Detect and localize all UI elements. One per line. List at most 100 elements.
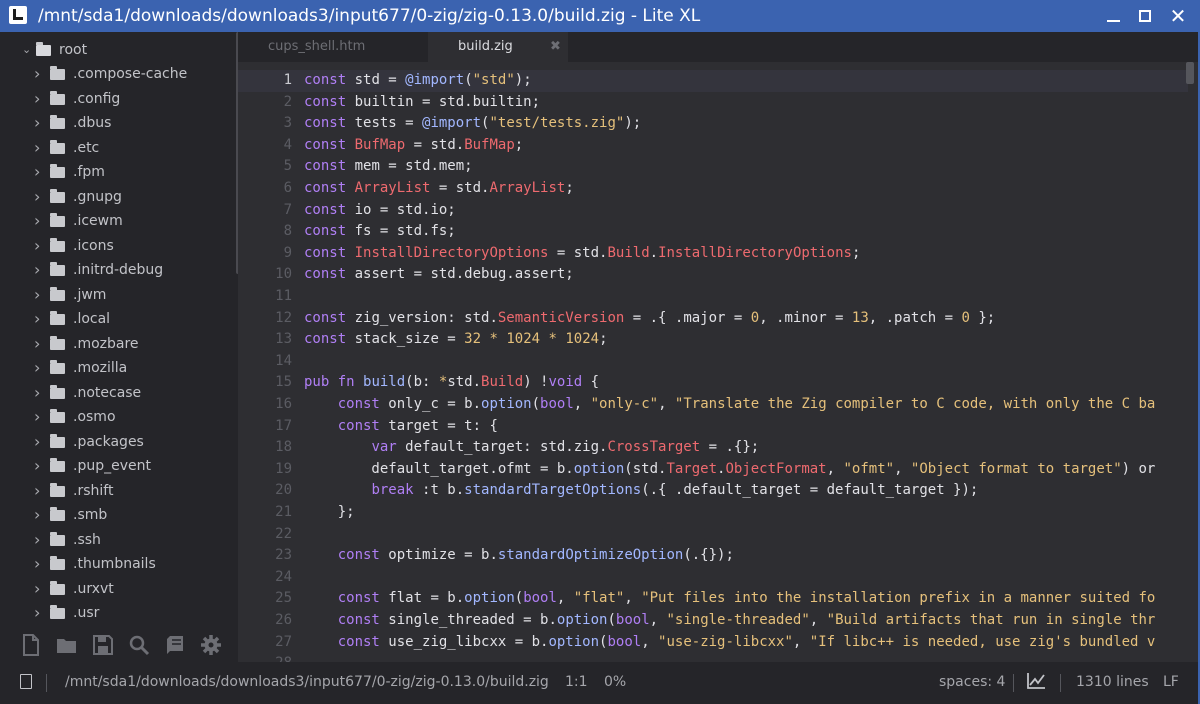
close-button[interactable]: ✕	[1164, 4, 1192, 28]
code-line[interactable]: var default_target: std.zig.CrossTarget …	[304, 437, 759, 459]
code-line[interactable]: default_target.ofmt = b.option(std.Targe…	[304, 459, 1155, 481]
code-token: const	[337, 590, 380, 607]
code-token: option	[464, 590, 515, 607]
code-line[interactable]: const stack_size = 32 * 1024 * 1024;	[304, 329, 608, 351]
code-line[interactable]: break :t b.standardTargetOptions(.{ .def…	[304, 480, 978, 502]
tree-item[interactable]: › .compose-cache	[0, 62, 238, 86]
code-line[interactable]: const tests = @import("test/tests.zig");	[304, 113, 641, 135]
tree-item[interactable]: › .gnupg	[0, 185, 238, 209]
close-tab-icon[interactable]: ✖	[550, 32, 561, 62]
tree-root[interactable]: ⌄ root	[0, 38, 238, 62]
code-token: BufMap	[464, 136, 515, 153]
open-folder-icon[interactable]	[56, 634, 78, 656]
code-line[interactable]: const std = @import("std");	[304, 70, 532, 92]
line-number: 23	[275, 547, 292, 564]
code-token: "single-threaded"	[666, 612, 810, 628]
tree-item[interactable]: › .notecase	[0, 381, 238, 405]
tree-item[interactable]: › .fpm	[0, 160, 238, 184]
code-token: "ofmt"	[843, 460, 895, 477]
code-line[interactable]: const zig_version: std.SemanticVersion =…	[304, 308, 995, 330]
book-icon[interactable]	[164, 634, 186, 656]
folder-icon	[50, 360, 65, 374]
tree-item-label: .etc	[73, 139, 100, 156]
line-number: 13	[275, 331, 292, 348]
minimize-button[interactable]	[1100, 4, 1128, 28]
save-icon[interactable]	[92, 634, 114, 656]
status-divider	[1013, 674, 1014, 692]
code-line[interactable]: const io = std.io;	[304, 200, 456, 222]
line-number: 14	[275, 352, 292, 369]
code-token: 1024	[565, 331, 600, 348]
search-icon[interactable]	[128, 634, 150, 656]
code-line[interactable]: const builtin = std.builtin;	[304, 92, 540, 114]
code-line[interactable]: const flat = b.option(bool, "flat", "Put…	[304, 588, 1156, 610]
tree-item[interactable]: › .thumbnails	[0, 552, 238, 576]
code-line[interactable]: const ArrayList = std.ArrayList;	[304, 178, 574, 200]
code-token: (	[531, 396, 541, 412]
code-line[interactable]: const BufMap = std.BufMap;	[304, 135, 523, 157]
tree-item[interactable]: › .dbus	[0, 111, 238, 135]
tree-item[interactable]: › .osmo	[0, 405, 238, 429]
tree-item[interactable]: › .mozbare	[0, 332, 238, 356]
tree-item[interactable]: › .mozilla	[0, 356, 238, 380]
tree-item[interactable]: › .local	[0, 307, 238, 331]
tab-build-zig[interactable]: build.zig ✖	[428, 32, 568, 62]
code-line[interactable]: const optimize = b.standardOptimizeOptio…	[304, 545, 734, 567]
chevron-right-icon: ›	[34, 162, 41, 181]
tree-item[interactable]: › .jwm	[0, 283, 238, 307]
tree-item[interactable]: › .rshift	[0, 479, 238, 503]
folder-icon	[50, 458, 65, 472]
tree-item[interactable]: › .packages	[0, 430, 238, 454]
tree-item[interactable]: › .config	[0, 87, 238, 111]
tree-item[interactable]: › .pup_event	[0, 454, 238, 478]
code-token: ,	[894, 460, 911, 477]
code-line[interactable]: const single_threaded = b.option(bool, "…	[304, 610, 1156, 632]
line-chart-icon[interactable]	[1026, 672, 1046, 692]
status-file-path: /mnt/sda1/downloads/downloads3/input677/…	[65, 674, 549, 690]
folder-icon	[50, 213, 65, 227]
code-line[interactable]: const only_c = b.option(bool, "only-c", …	[304, 394, 1156, 416]
tree-item[interactable]: › .initrd-debug	[0, 258, 238, 282]
line-number: 18	[275, 439, 292, 456]
tree-item[interactable]: › .etc	[0, 136, 238, 160]
new-file-icon[interactable]	[20, 634, 42, 656]
tree-item[interactable]: › .urxvt	[0, 577, 238, 601]
code-line[interactable]: };	[304, 502, 355, 524]
status-scroll-percent: 0%	[604, 674, 627, 690]
code-line[interactable]: pub fn build(b: *std.Build) !void {	[304, 372, 599, 394]
status-line-ending[interactable]: LF	[1163, 672, 1179, 692]
title-bar[interactable]: /mnt/sda1/downloads/downloads3/input677/…	[0, 0, 1200, 32]
code-token: std =	[346, 72, 406, 88]
tree-item[interactable]: › .icewm	[0, 209, 238, 233]
code-line[interactable]: const fs = std.fs;	[304, 221, 456, 243]
code-token: ,	[641, 633, 659, 650]
gear-icon[interactable]	[200, 634, 222, 656]
code-line[interactable]: const assert = std.debug.assert;	[304, 264, 574, 286]
status-indent[interactable]: spaces: 4	[939, 672, 1005, 692]
code-line[interactable]: const use_zig_libcxx = b.option(bool, "u…	[304, 632, 1156, 654]
code-token: const	[304, 72, 347, 88]
code-token: ArrayList	[354, 180, 431, 196]
chevron-right-icon: ›	[34, 333, 41, 353]
code-token: default_target.ofmt = b.	[304, 460, 574, 477]
code-line[interactable]: const mem = std.mem;	[304, 156, 473, 178]
code-token: break	[371, 482, 414, 499]
tree-item[interactable]: › .usr	[0, 601, 238, 625]
code-token: option	[556, 612, 608, 628]
tree-item[interactable]: › .icons	[0, 234, 238, 258]
code-line[interactable]: const target = t: {	[304, 416, 498, 438]
tab-cups-shell[interactable]: cups_shell.htm	[268, 32, 365, 62]
editor-window: /mnt/sda1/downloads/downloads3/input677/…	[0, 0, 1200, 704]
tree-item[interactable]: › .ssh	[0, 528, 238, 552]
code-token: 32	[464, 331, 482, 348]
tree-item[interactable]: › .smb	[0, 503, 238, 527]
code-line[interactable]: const InstallDirectoryOptions = std.Buil…	[304, 243, 860, 265]
maximize-button[interactable]	[1132, 4, 1160, 28]
code-editor[interactable]: 1 2 3 4 5 6 7 8 9 10 11 12 13 14 15 16 17 18 19 20 21 22 23 24 2…	[238, 62, 1200, 662]
code-token: bool	[615, 612, 650, 628]
status-line-count: 1310 lines	[1076, 674, 1149, 690]
editor-scrollbar[interactable]	[1186, 62, 1194, 84]
